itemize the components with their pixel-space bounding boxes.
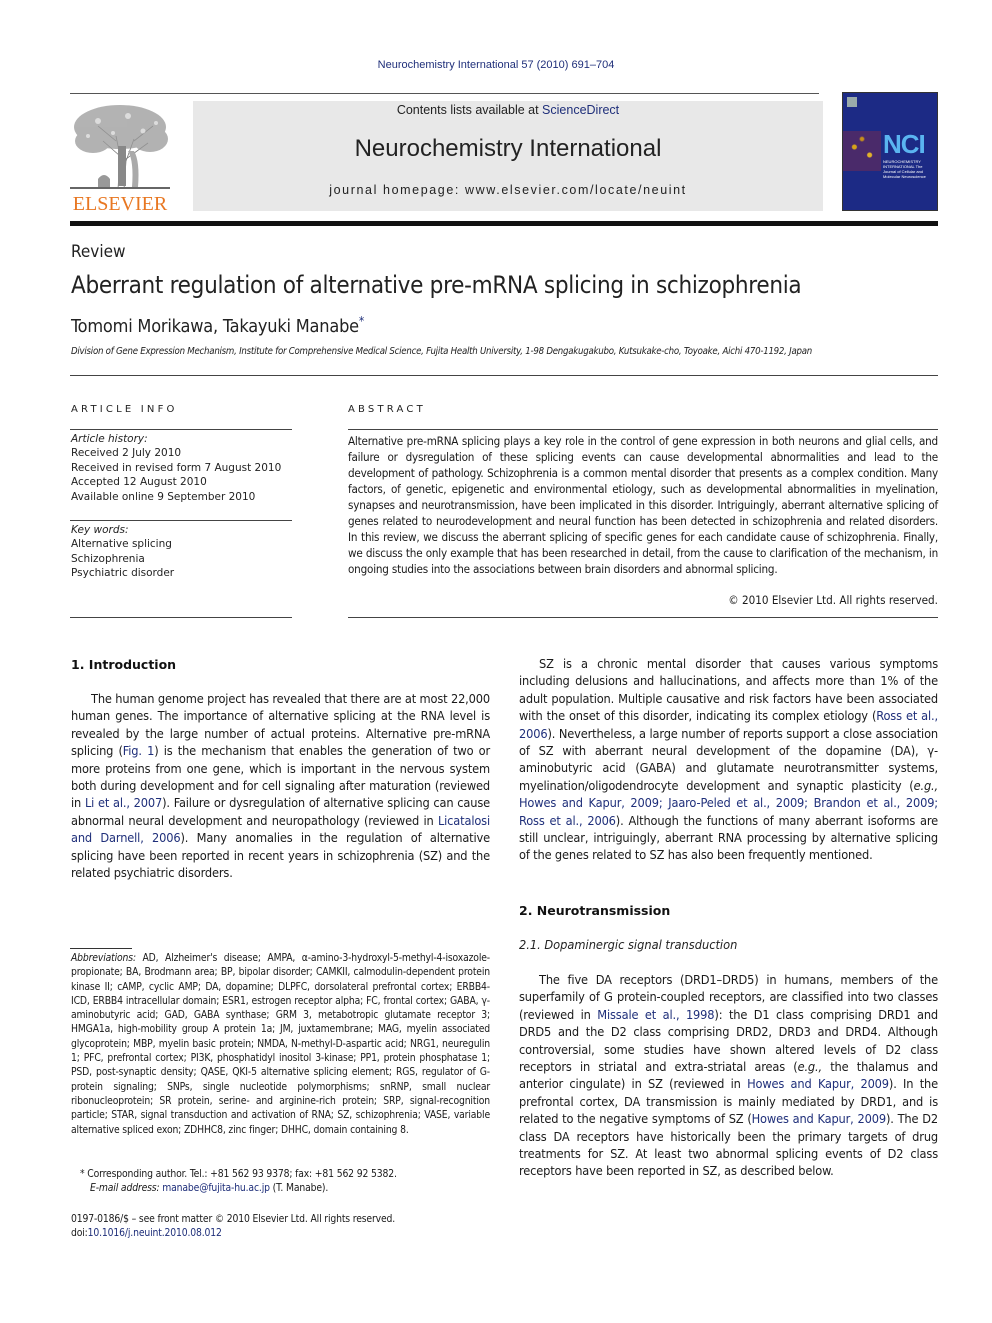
corresponding-author-mark[interactable]: * bbox=[359, 314, 364, 328]
corresponding-contact: * Corresponding author. Tel.: +81 562 93… bbox=[80, 1168, 397, 1180]
abbreviations-footnote: Abbreviations: AD, Alzheimer's disease; … bbox=[71, 951, 490, 1137]
doi-link[interactable]: 10.1016/j.neuint.2010.08.012 bbox=[88, 1227, 222, 1239]
corresponding-author-note: * Corresponding author. Tel.: +81 562 93… bbox=[80, 1167, 490, 1196]
cover-publisher-icon bbox=[847, 97, 857, 107]
elsevier-tree-icon bbox=[70, 105, 170, 190]
author-affiliation: Division of Gene Expression Mechanism, I… bbox=[71, 346, 812, 357]
contents-prefix: Contents lists available at bbox=[396, 103, 543, 117]
article-type: Review bbox=[71, 242, 126, 262]
cover-micrograph bbox=[843, 131, 881, 171]
history-online: Available online 9 September 2010 bbox=[71, 490, 256, 503]
intro-paragraph-2: SZ is a chronic mental disorder that cau… bbox=[519, 655, 938, 864]
article-info-heading: ARTICLE INFO bbox=[71, 404, 178, 415]
front-matter: 0197-0186/$ – see front matter © 2010 El… bbox=[71, 1212, 490, 1241]
contents-available: Contents lists available at ScienceDirec… bbox=[193, 103, 823, 117]
citation-link-howes-2009[interactable]: Howes and Kapur, 2009 bbox=[752, 1111, 886, 1126]
article-info-rule bbox=[70, 429, 292, 430]
header-rule bbox=[70, 93, 819, 94]
journal-homepage[interactable]: journal homepage: www.elsevier.com/locat… bbox=[193, 183, 823, 197]
abbreviations-text: AD, Alzheimer's disease; AMPA, α-amino-3… bbox=[71, 952, 490, 1136]
cover-subtitle: NEUROCHEMISTRY INTERNATIONAL The Journal… bbox=[883, 159, 926, 179]
abstract-rule bbox=[348, 429, 938, 430]
history-accepted: Accepted 12 August 2010 bbox=[71, 476, 207, 489]
footnote-rule bbox=[70, 948, 132, 949]
cover-acronym: NCI bbox=[883, 129, 926, 159]
dopaminergic-paragraph: The five DA receptors (DRD1–DRD5) in hum… bbox=[519, 971, 938, 1180]
keyword-item: Schizophrenia bbox=[71, 552, 145, 565]
abstract-copyright: © 2010 Elsevier Ltd. All rights reserved… bbox=[728, 593, 938, 607]
keywords-label: Key words: bbox=[71, 524, 129, 536]
keywords-rule bbox=[70, 520, 292, 521]
header-thick-rule bbox=[70, 221, 938, 226]
text-run-italic: e.g., bbox=[913, 777, 939, 793]
history-label: Article history: bbox=[71, 433, 148, 445]
front-matter-text: 0197-0186/$ – see front matter © 2010 El… bbox=[71, 1213, 396, 1225]
history-revised: Received in revised form 7 August 2010 bbox=[71, 461, 282, 474]
journal-cover-image[interactable]: NCI NEUROCHEMISTRY INTERNATIONAL The Jou… bbox=[842, 92, 938, 211]
sciencedirect-link[interactable]: ScienceDirect bbox=[542, 103, 619, 117]
elsevier-logo[interactable]: ELSEVIER bbox=[68, 101, 172, 215]
doi-prefix: doi: bbox=[71, 1227, 88, 1240]
section-heading-neurotransmission: 2. Neurotransmission bbox=[519, 903, 671, 918]
abstract-heading: ABSTRACT bbox=[348, 404, 426, 415]
abstract-bottom-rule bbox=[348, 617, 938, 618]
article-authors: Tomomi Morikawa, Takayuki Manabe* bbox=[71, 314, 364, 337]
article-info-bottom-rule bbox=[70, 617, 292, 618]
figure-1-link[interactable]: Fig. 1 bbox=[123, 743, 155, 758]
section-heading-introduction: 1. Introduction bbox=[71, 657, 177, 672]
citation-link-missale-1998[interactable]: Missale et al., 1998 bbox=[597, 1007, 714, 1022]
journal-title: Neurochemistry International bbox=[354, 135, 662, 162]
history-received: Received 2 July 2010 bbox=[71, 447, 182, 460]
author-names: Tomomi Morikawa, Takayuki Manabe bbox=[71, 316, 359, 337]
journal-banner: Contents lists available at ScienceDirec… bbox=[193, 101, 823, 211]
text-run-italic: e.g., bbox=[797, 1059, 823, 1075]
elsevier-wordmark: ELSEVIER bbox=[72, 193, 168, 215]
citation-link-li-2007[interactable]: Li et al., 2007 bbox=[85, 795, 162, 810]
author-email-link[interactable]: manabe@fujita-hu.ac.jp bbox=[162, 1182, 270, 1194]
subsection-heading-dopaminergic: 2.1. Dopaminergic signal transduction bbox=[519, 937, 738, 952]
abstract-text: Alternative pre-mRNA splicing plays a ke… bbox=[348, 434, 938, 576]
journal-citation-link[interactable]: Neurochemistry International 57 (2010) 6… bbox=[0, 59, 992, 71]
article-history: Article history: Received 2 July 2010 Re… bbox=[71, 432, 293, 504]
citation-link-howes-2009[interactable]: Howes and Kapur, 2009 bbox=[747, 1076, 889, 1091]
email-suffix: (T. Manabe). bbox=[269, 1182, 329, 1195]
intro-paragraph-1: The human genome project has revealed th… bbox=[71, 690, 490, 881]
keyword-item: Alternative splicing bbox=[71, 538, 172, 551]
abbreviations-label: Abbreviations: bbox=[71, 952, 136, 964]
title-divider bbox=[70, 375, 938, 376]
article-title: Aberrant regulation of alternative pre-m… bbox=[71, 271, 802, 299]
text-run: ). Nevertheless, a large number of repor… bbox=[519, 725, 938, 793]
keyword-item: Psychiatric disorder bbox=[71, 567, 175, 580]
email-label: E-mail address: bbox=[90, 1182, 160, 1195]
keywords: Key words: Alternative splicing Schizoph… bbox=[71, 523, 293, 581]
